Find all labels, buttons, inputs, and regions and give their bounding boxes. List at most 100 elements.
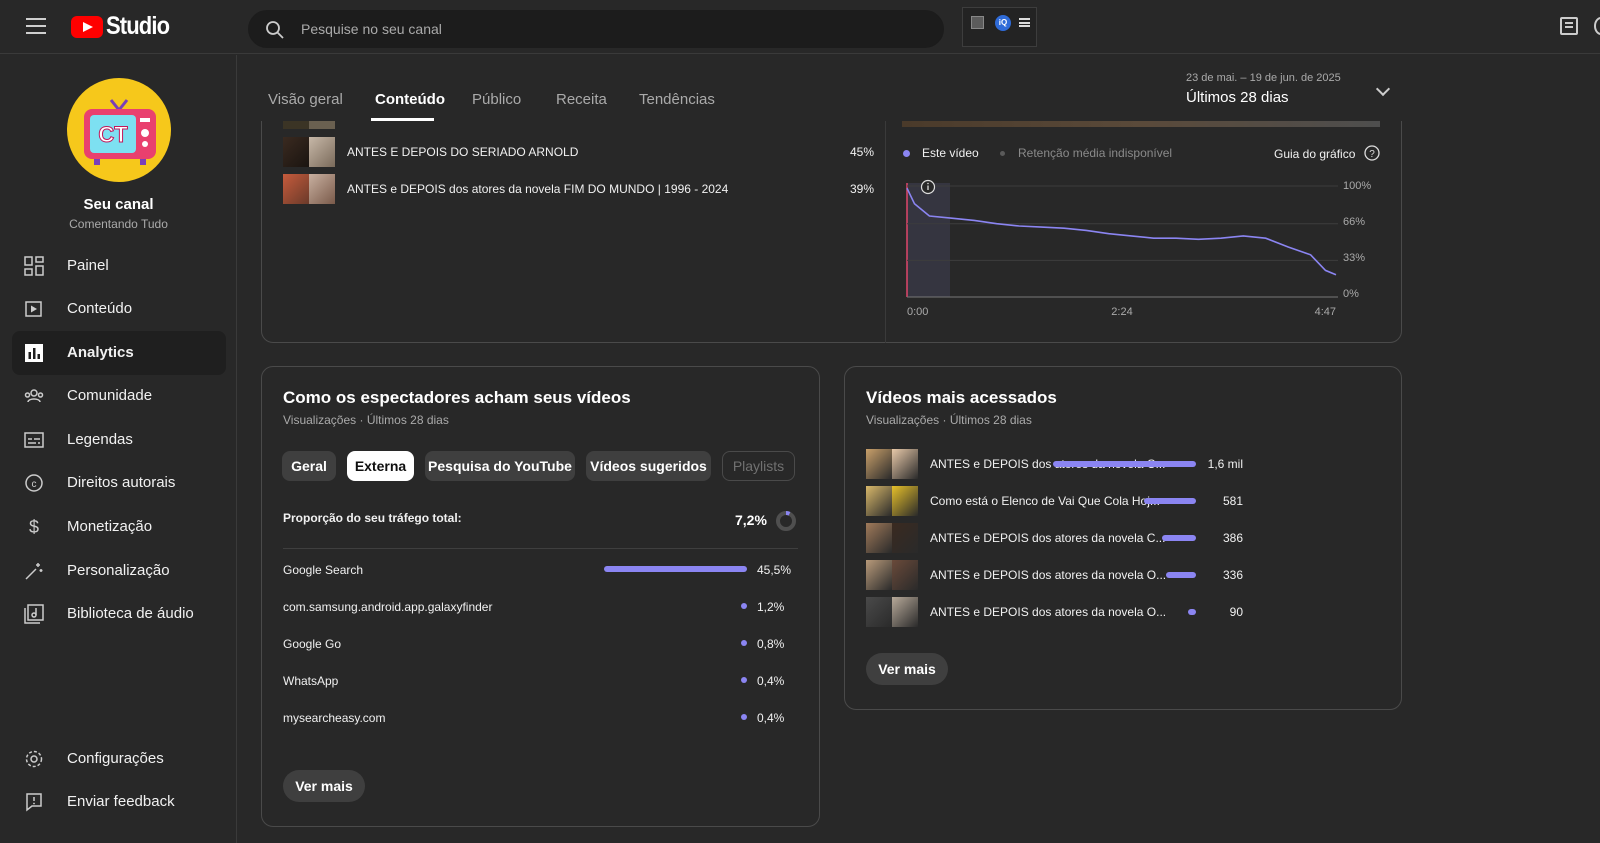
chip-videos-sugeridos[interactable]: Vídeos sugeridos xyxy=(586,451,711,481)
extension-badge-icon[interactable]: iQ xyxy=(995,15,1011,31)
legend-this-video-dot xyxy=(903,150,910,157)
video-title: ANTES e DEPOIS dos atores da novela O... xyxy=(930,605,1167,619)
retention-percent: 39% xyxy=(850,182,875,196)
sidebar-item-label: Personalização xyxy=(67,562,170,579)
tab-visao-geral[interactable]: Visão geral xyxy=(268,91,343,108)
help-icon[interactable] xyxy=(1594,17,1600,35)
tab-receita[interactable]: Receita xyxy=(556,91,607,108)
retention-chart[interactable]: 100% 66% 33% 0% 0:00 2:24 4:47 xyxy=(900,176,1390,326)
legend-average-dot xyxy=(1000,151,1005,156)
list-item[interactable]: ANTES e DEPOIS dos atores da novela FIM … xyxy=(283,174,875,204)
list-item[interactable]: ANTES e DEPOIS dos atores da novela C...… xyxy=(866,523,1376,553)
card-subtitle: Visualizações · Últimos 28 dias xyxy=(283,413,449,427)
legend-this-video: Este vídeo xyxy=(922,146,979,160)
sidebar-item-legendas[interactable]: Legendas xyxy=(12,418,226,462)
feedback-icon xyxy=(26,793,42,812)
y-tick-label: 33% xyxy=(1343,252,1365,264)
analytics-tabs: Visão geral Conteúdo Público Receita Ten… xyxy=(238,55,1600,121)
views-value: 386 xyxy=(1222,531,1243,545)
traffic-sources-card xyxy=(261,366,820,827)
extension-chart-icon[interactable] xyxy=(971,16,984,29)
sidebar-item-label: Enviar feedback xyxy=(67,793,175,810)
date-period[interactable]: Últimos 28 dias xyxy=(1186,89,1289,106)
search-input[interactable] xyxy=(301,11,921,47)
list-item[interactable]: ANTES e DEPOIS dos atores da novela O...… xyxy=(866,560,1376,590)
sidebar-item-biblioteca-de-audio[interactable]: Biblioteca de áudio xyxy=(12,592,226,636)
chip-playlists[interactable]: Playlists xyxy=(722,451,795,481)
sidebar-item-analytics[interactable]: Analytics xyxy=(12,331,226,375)
sidebar-item-label: Conteúdo xyxy=(67,300,133,317)
series-line-este-video xyxy=(906,187,1337,276)
content-icon xyxy=(25,301,42,317)
svg-text:c: c xyxy=(32,479,37,490)
chip-externa[interactable]: Externa xyxy=(347,451,414,481)
see-more-button[interactable]: Ver mais xyxy=(283,770,365,802)
video-title: ANTES e DEPOIS dos atores da novela O... xyxy=(930,568,1167,582)
list-item[interactable]: ANTES e DEPOIS dos atores da novela O...… xyxy=(866,597,1376,627)
video-thumbnail xyxy=(866,486,918,516)
copyright-icon: c xyxy=(25,474,43,492)
video-title: ANTES E DEPOIS DO SERIADO ARNOLD xyxy=(347,145,579,159)
x-tick-label: 0:00 xyxy=(907,306,928,318)
views-bar xyxy=(1053,461,1196,467)
active-tab-indicator xyxy=(371,118,434,121)
channel-avatar[interactable]: CT xyxy=(67,78,171,182)
comments-icon[interactable] xyxy=(1560,17,1578,35)
list-item[interactable]: ANTES E DEPOIS DO SERIADO ARNOLD 45% xyxy=(283,137,875,167)
sidebar-item-personalizacao[interactable]: Personalização xyxy=(12,549,226,593)
video-thumbnail xyxy=(866,597,918,627)
traffic-source-name: com.samsung.android.app.galaxyfinder xyxy=(283,600,493,614)
chart-guide-link[interactable]: Guia do gráfico xyxy=(1274,147,1355,161)
sidebar-item-painel[interactable]: Painel xyxy=(12,244,226,288)
tv-logo-icon: CT xyxy=(84,99,156,165)
traffic-source-bar xyxy=(741,603,747,609)
video-thumbnail xyxy=(866,523,918,553)
search-icon[interactable] xyxy=(265,20,285,40)
traffic-share-donut xyxy=(776,510,796,531)
divider xyxy=(283,548,798,549)
traffic-share-label: Proporção do seu tráfego total: xyxy=(283,511,462,525)
tab-publico[interactable]: Público xyxy=(472,91,521,108)
y-tick-label: 0% xyxy=(1343,288,1359,300)
list-item[interactable]: ANTES e DEPOIS dos atores da novela C...… xyxy=(866,449,1376,479)
see-more-button[interactable]: Ver mais xyxy=(866,653,948,685)
chip-geral[interactable]: Geral xyxy=(282,451,336,481)
info-icon[interactable] xyxy=(920,179,936,195)
video-thumbnail xyxy=(283,174,335,204)
date-range[interactable]: 23 de mai. – 19 de jun. de 2025 xyxy=(1186,72,1341,84)
x-tick-label: 2:24 xyxy=(1111,306,1132,318)
sidebar-item-label: Legendas xyxy=(67,431,133,448)
traffic-source-bar xyxy=(741,640,747,646)
views-value: 336 xyxy=(1222,568,1243,582)
video-thumbnail xyxy=(866,449,918,479)
sidebar-item-conteudo[interactable]: Conteúdo xyxy=(12,287,226,331)
sidebar-item-direitos-autorais[interactable]: c Direitos autorais xyxy=(12,461,226,505)
menu-icon[interactable] xyxy=(26,18,46,34)
channel-subtitle: Comentando Tudo xyxy=(69,217,168,231)
views-value: 581 xyxy=(1222,494,1243,508)
chip-pesquisa-do-youtube[interactable]: Pesquisa do YouTube xyxy=(425,451,575,481)
traffic-source-value: 0,4% xyxy=(757,674,785,688)
tab-conteudo[interactable]: Conteúdo xyxy=(375,91,445,108)
search-box[interactable] xyxy=(248,10,944,48)
video-thumbnail xyxy=(866,560,918,590)
card-divider xyxy=(885,90,886,343)
list-item[interactable]: Como está o Elenco de Vai Que Cola Hoj..… xyxy=(866,486,1376,516)
extension-menu-icon[interactable] xyxy=(1019,18,1030,27)
help-circle-icon[interactable]: ? xyxy=(1364,145,1380,161)
legend-average: Retenção média indisponível xyxy=(1018,146,1173,160)
sidebar-item-comunidade[interactable]: Comunidade xyxy=(12,374,226,418)
studio-logo[interactable]: Studio xyxy=(71,12,178,41)
analytics-icon xyxy=(25,344,43,362)
sidebar-item-enviar-feedback[interactable]: Enviar feedback xyxy=(12,780,226,824)
tab-tendencias[interactable]: Tendências xyxy=(639,91,715,108)
y-tick-label: 100% xyxy=(1343,180,1371,192)
logo-text: Studio xyxy=(106,12,170,40)
sidebar-item-configuracoes[interactable]: Configurações xyxy=(12,737,226,781)
traffic-source-bar xyxy=(741,677,747,683)
sidebar-item-monetizacao[interactable]: $ Monetização xyxy=(12,505,226,549)
traffic-source-bar xyxy=(604,566,747,572)
traffic-source-name: WhatsApp xyxy=(283,674,339,688)
traffic-source-bar xyxy=(741,714,747,720)
traffic-source-value: 45,5% xyxy=(757,563,792,577)
